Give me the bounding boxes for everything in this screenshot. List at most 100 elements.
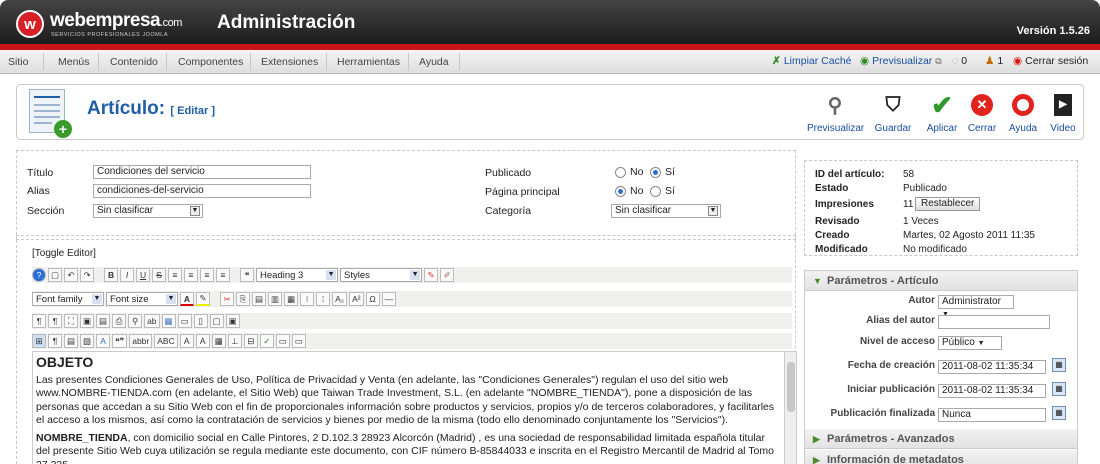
menu-ayuda[interactable]: Ayuda bbox=[419, 56, 449, 68]
font-family-select[interactable]: Font family ▼ bbox=[32, 292, 104, 306]
calendar-icon[interactable]: ▦ bbox=[1052, 358, 1066, 372]
bold-icon[interactable]: B bbox=[104, 268, 119, 282]
ltr-icon[interactable]: ¶ bbox=[32, 314, 46, 328]
styles-select[interactable]: Styles ▼ bbox=[340, 268, 423, 282]
preview-button[interactable]: ⚲ Previsualizar bbox=[807, 91, 864, 135]
align-right-icon[interactable]: ≡ bbox=[200, 268, 215, 282]
video-button[interactable]: ▶ Video bbox=[1035, 91, 1091, 134]
number-list-icon[interactable]: ⁞ bbox=[316, 292, 331, 306]
table-row-icon[interactable]: ▭ bbox=[177, 314, 192, 328]
advanced-params-header[interactable]: ▶ Parámetros - Avanzados bbox=[805, 429, 1077, 449]
author-select[interactable]: Administrator ▼ bbox=[938, 295, 1014, 318]
delete-text-icon[interactable]: A bbox=[179, 334, 194, 348]
code-icon[interactable]: ▭ bbox=[275, 334, 290, 348]
menu-sitio[interactable]: Sitio bbox=[8, 56, 28, 68]
author-alias-input[interactable] bbox=[938, 315, 1050, 329]
replace-icon[interactable]: ab bbox=[144, 314, 160, 328]
text-color-icon[interactable]: A bbox=[180, 292, 194, 306]
subscript-icon[interactable]: A₂ bbox=[332, 292, 348, 306]
messages-count[interactable]: ◌ 0 bbox=[952, 55, 967, 67]
insert-text-icon[interactable]: A bbox=[195, 334, 210, 348]
category-select[interactable]: Sin clasificar ▼ bbox=[611, 204, 721, 218]
cut-icon[interactable]: ✂ bbox=[220, 292, 234, 306]
calendar-icon[interactable]: ▦ bbox=[1052, 406, 1066, 420]
editor-scrollbar[interactable] bbox=[784, 352, 796, 464]
published-no-radio[interactable]: No bbox=[615, 166, 643, 178]
layer-icon[interactable]: ▧ bbox=[80, 334, 95, 348]
section-select[interactable]: Sin clasificar ▼ bbox=[93, 204, 203, 218]
rtl-icon[interactable]: ¶ bbox=[48, 314, 62, 328]
underline-icon[interactable]: U bbox=[136, 268, 151, 282]
paste-word-icon[interactable]: ▦ bbox=[284, 292, 299, 306]
align-justify-icon[interactable]: ≡ bbox=[216, 268, 231, 282]
online-users-count[interactable]: ♟ 1 bbox=[985, 55, 1003, 67]
editor-content[interactable]: OBJETO Las presentes Condiciones General… bbox=[32, 351, 797, 464]
menu-extensiones[interactable]: Extensiones bbox=[261, 56, 318, 68]
strikethrough-icon[interactable]: S bbox=[152, 268, 167, 282]
copy-icon[interactable]: ⎘ bbox=[236, 292, 250, 306]
highlight-color-icon[interactable]: ✎ bbox=[196, 292, 210, 306]
bullet-list-icon[interactable]: ⁝ bbox=[300, 292, 315, 306]
table-split-icon[interactable]: ▣ bbox=[225, 314, 240, 328]
clean-format-icon[interactable]: ✐ bbox=[440, 268, 455, 282]
superscript-icon[interactable]: A² bbox=[349, 292, 364, 306]
menu-menus[interactable]: Menús bbox=[58, 56, 90, 68]
new-document-icon[interactable]: ▢ bbox=[48, 268, 63, 282]
undo-icon[interactable]: ↶ bbox=[64, 268, 79, 282]
save-button[interactable]: ⛉ Guardar bbox=[865, 91, 921, 135]
redo-icon[interactable]: ↷ bbox=[80, 268, 95, 282]
search-icon[interactable]: ⚲ bbox=[128, 314, 143, 328]
nonbreaking-icon[interactable]: ⊥ bbox=[227, 334, 242, 348]
eraser-icon[interactable]: ✎ bbox=[424, 268, 439, 282]
special-char-icon[interactable]: Ω bbox=[365, 292, 380, 306]
table-merge-icon[interactable]: ▢ bbox=[209, 314, 224, 328]
frontpage-yes-radio[interactable]: Sí bbox=[650, 185, 675, 197]
published-yes-radio[interactable]: Sí bbox=[650, 166, 675, 178]
italic-icon[interactable]: I bbox=[120, 268, 135, 282]
paste-icon[interactable]: ▤ bbox=[252, 292, 267, 306]
alias-input[interactable]: condiciones-del-servicio bbox=[93, 184, 311, 198]
paragraph-icon[interactable]: ¶ bbox=[48, 334, 62, 348]
horizontal-rule-icon[interactable]: — bbox=[381, 292, 397, 306]
logout-link[interactable]: ◉ Cerrar sesión bbox=[1013, 55, 1088, 67]
media-icon[interactable]: ▤ bbox=[96, 314, 111, 328]
metadata-header[interactable]: ▶ Información de metadatos bbox=[805, 450, 1077, 464]
grid-icon[interactable]: ⊞ bbox=[32, 334, 46, 348]
align-center-icon[interactable]: ≡ bbox=[184, 268, 199, 282]
frontpage-no-radio[interactable]: No bbox=[615, 185, 643, 197]
font-size-select[interactable]: Font size ▼ bbox=[106, 292, 178, 306]
toggle-editor-link[interactable]: [Toggle Editor] bbox=[32, 248, 96, 259]
heading-select[interactable]: Heading 3 ▼ bbox=[256, 268, 339, 282]
access-level-select[interactable]: Público ▼ bbox=[938, 336, 1002, 350]
clear-cache-link[interactable]: ✗ Limpiar Caché bbox=[772, 55, 852, 67]
table-col-icon[interactable]: ▯ bbox=[193, 314, 208, 328]
created-date-input[interactable]: 2011-08-02 11:35:34 bbox=[938, 360, 1046, 374]
attributes-icon[interactable]: ▦ bbox=[211, 334, 226, 348]
abbr-icon[interactable]: abbr bbox=[129, 334, 153, 348]
help-icon[interactable]: ? bbox=[32, 268, 46, 282]
fullscreen-icon[interactable]: ⛶ bbox=[64, 314, 78, 328]
start-publishing-input[interactable]: 2011-08-02 11:35:34 bbox=[938, 384, 1046, 398]
finish-publishing-input[interactable]: Nunca bbox=[938, 408, 1046, 422]
spellcheck-icon[interactable]: ✓ bbox=[259, 334, 274, 348]
preview-site-link[interactable]: ◉ Previsualizar ⧉ bbox=[860, 55, 942, 67]
style-icon[interactable]: A bbox=[96, 334, 111, 348]
calendar-icon[interactable]: ▦ bbox=[1052, 382, 1066, 396]
source-icon[interactable]: ▭ bbox=[291, 334, 306, 348]
pagebreak-icon[interactable]: ⊟ bbox=[243, 334, 258, 348]
template-icon[interactable]: ▤ bbox=[64, 334, 79, 348]
print-icon[interactable]: ⎙ bbox=[112, 314, 127, 328]
title-input[interactable]: Condiciones del servicio bbox=[93, 165, 311, 179]
menu-componentes[interactable]: Componentes bbox=[178, 56, 243, 68]
blockquote-icon[interactable]: ❝ bbox=[240, 268, 255, 282]
reset-hits-button[interactable]: Restablecer bbox=[915, 197, 981, 211]
align-left-icon[interactable]: ≡ bbox=[168, 268, 183, 282]
acronym-icon[interactable]: ABC bbox=[154, 334, 178, 348]
menu-contenido[interactable]: Contenido bbox=[110, 56, 158, 68]
menu-herramientas[interactable]: Herramientas bbox=[337, 56, 400, 68]
cite-icon[interactable]: ❝❞ bbox=[112, 334, 128, 348]
article-params-header[interactable]: ▼ Parámetros - Artículo bbox=[805, 271, 1077, 291]
image-icon[interactable]: ▣ bbox=[80, 314, 95, 328]
paste-text-icon[interactable]: ▥ bbox=[268, 292, 283, 306]
table-icon[interactable]: ▦ bbox=[161, 314, 176, 328]
